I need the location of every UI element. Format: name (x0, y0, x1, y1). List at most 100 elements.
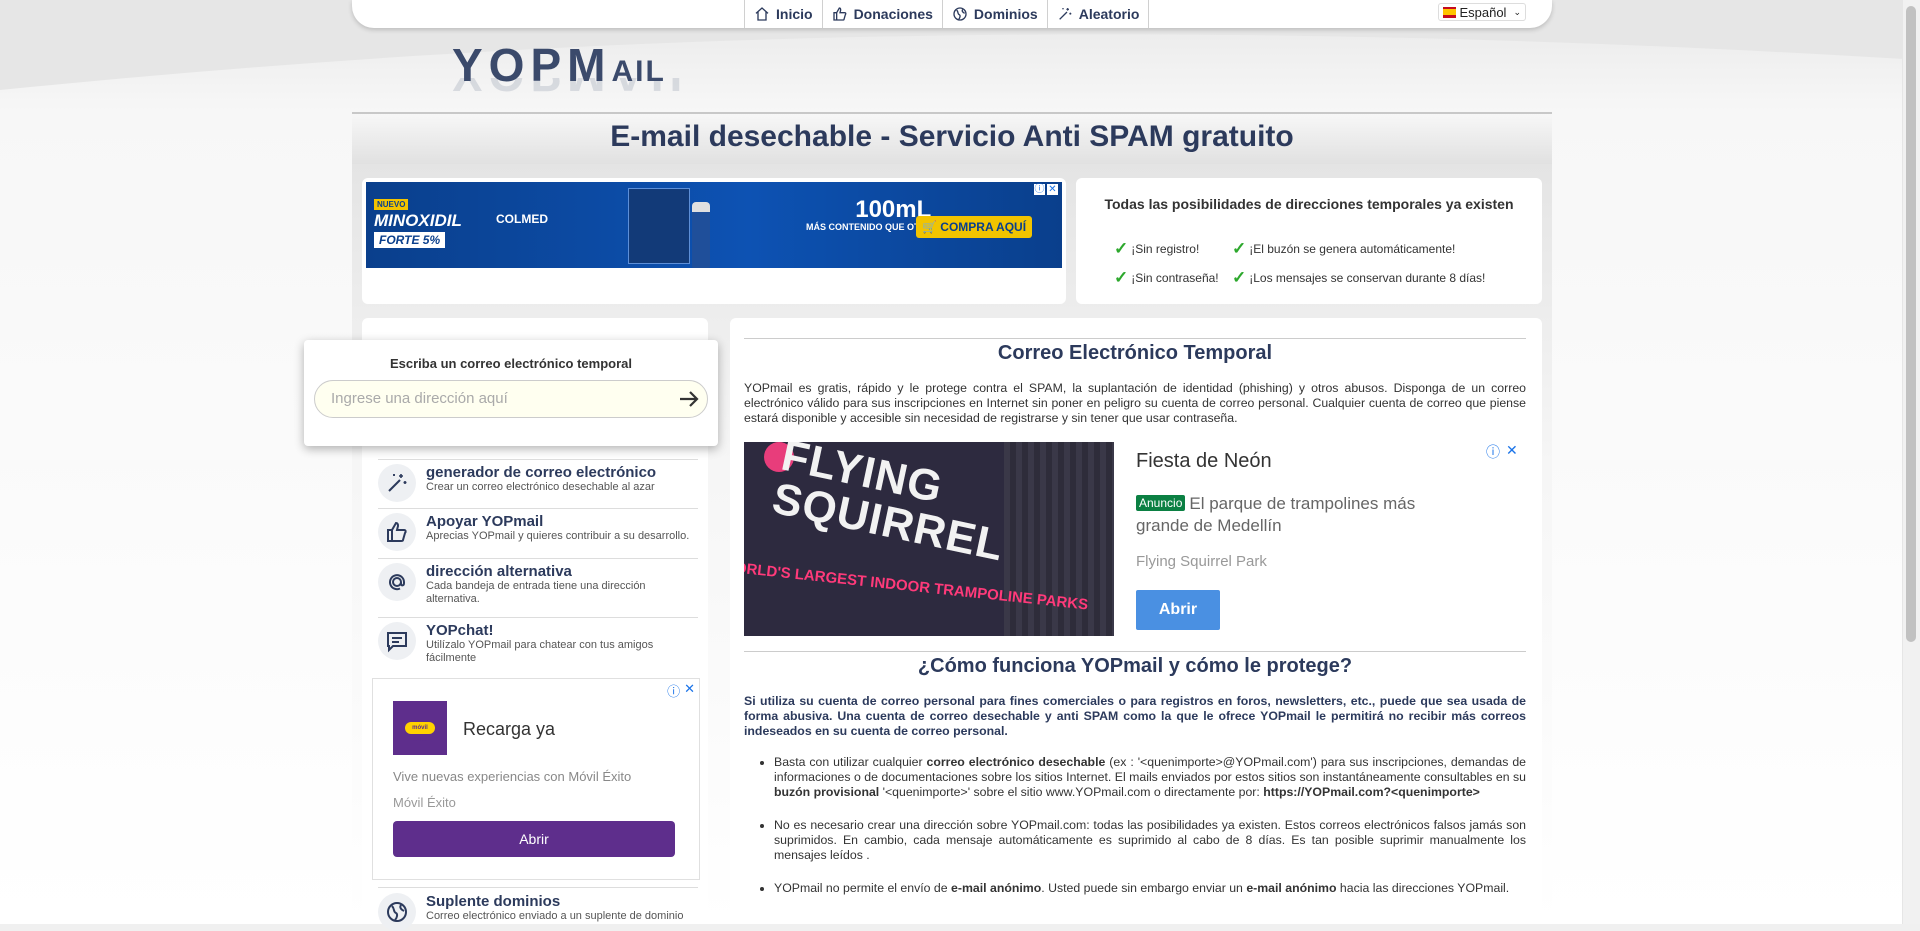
section-heading: ¿Cómo funciona YOPmail y cómo le protege… (917, 655, 1353, 677)
menu-icon-circle (378, 622, 416, 660)
menu-title: generador de correo electrónico (426, 464, 657, 481)
movil-exito-ad[interactable]: ⓘ ✕ móvil éxito Recarga ya Vive nuevas e… (372, 678, 700, 880)
list-item: YOPmail no permite el envío de e-mail an… (774, 881, 1526, 896)
list-item: No es necesario crear una dirección sobr… (774, 818, 1526, 863)
menu-icon-circle (378, 464, 416, 502)
how-it-works-list: Basta con utilizar cualquier correo elec… (744, 755, 1526, 914)
divider (744, 651, 1526, 652)
menu-desc: Correo electrónico enviado a un suplente… (426, 910, 684, 922)
ad-subtitle: Anuncio El parque de trampolines más gran… (1136, 494, 1416, 535)
features-card: Todas las posibilidades de direcciones t… (1076, 178, 1542, 304)
nav-label: Aleatorio (1078, 6, 1140, 22)
globe-icon (387, 902, 407, 922)
ad-open-button[interactable]: Abrir (393, 821, 675, 857)
email-input[interactable] (329, 389, 663, 408)
ad-title[interactable]: Recarga ya (463, 719, 555, 740)
magic-wand-icon (1058, 8, 1072, 20)
nav-label: Dominios (973, 6, 1038, 22)
ad-new-tag: NUEVO (374, 199, 409, 210)
menu-icon-circle (378, 563, 416, 601)
menu-title: dirección alternativa (426, 563, 572, 580)
menu-desc: Utilízalo YOPmail para chatear con tus a… (426, 639, 654, 664)
info-icon[interactable]: ⓘ (667, 681, 680, 700)
ad-open-button[interactable]: Abrir (1136, 590, 1220, 630)
feature-item: ✓ ¡Los mensajes se conservan durante 8 dí… (1232, 268, 1486, 287)
bold-intro: Si utiliza su cuenta de correo personal … (744, 694, 1526, 738)
divider (744, 338, 1526, 339)
movil-exito-logo: móvil éxito (393, 701, 447, 755)
menu-icon-circle (378, 893, 416, 931)
info-icon[interactable]: ⓘ (1034, 184, 1045, 195)
thumbs-up-icon (387, 521, 407, 542)
email-search-box: Escriba un correo electrónico temporal (304, 340, 718, 446)
menu-alternative-address[interactable]: dirección alternativa Cada bandeja de en… (378, 558, 698, 606)
scrollbar[interactable] (1902, 0, 1920, 924)
product-box-image (628, 188, 690, 264)
menu-title: YOPchat! (426, 622, 494, 639)
ad-line: Móvil Éxito (393, 795, 456, 810)
top-nav-bar: Inicio Donaciones Dominios Aleatorio Esp… (352, 0, 1552, 28)
check-icon: ✓ (1114, 268, 1129, 287)
search-input-wrapper (314, 380, 708, 418)
menu-email-generator[interactable]: generador de correo electrónico Crear un… (378, 459, 698, 502)
nav-aleatorio[interactable]: Aleatorio (1046, 0, 1150, 28)
page-title: E-mail desechable - Servicio Anti SPAM g… (610, 120, 1294, 153)
info-icon[interactable]: ⓘ (1486, 442, 1500, 462)
ad-line: Vive nuevas experiencias con Móvil Éxito (393, 769, 632, 784)
ad-product-block: NUEVO MINOXIDIL FORTE 5% (374, 194, 462, 249)
ad-title[interactable]: Fiesta de Neón (1136, 450, 1272, 473)
product-bottle-image (692, 202, 710, 268)
ad-product-strength: FORTE 5% (374, 232, 446, 248)
thumbs-up-icon (832, 7, 846, 21)
globe-icon (953, 7, 967, 21)
menu-support-yopmail[interactable]: Apoyar YOPmail Aprecias YOPmail y quiere… (378, 508, 698, 551)
ad-badge: Anuncio (1136, 495, 1186, 511)
check-icon: ✓ (1232, 239, 1247, 258)
ad-product-name: MINOXIDIL (374, 211, 462, 230)
magic-wand-icon (388, 474, 407, 492)
close-icon[interactable]: ✕ (684, 681, 695, 700)
at-icon (389, 574, 405, 591)
logo-reflection: YOPMAIL (452, 78, 712, 102)
nav-label: Donaciones (853, 6, 933, 22)
spain-flag-icon (1443, 6, 1457, 18)
menu-desc: Crear un correo electrónico desechable a… (426, 481, 655, 493)
nav-label: Inicio (776, 6, 813, 22)
feature-item: ✓ ¡Sin registro! (1114, 239, 1200, 258)
chat-icon (387, 632, 407, 653)
ad-choices[interactable]: ⓘ ✕ (667, 681, 695, 700)
menu-icon-circle (378, 513, 416, 551)
ad-brand: COLMED (496, 212, 548, 226)
ad-buy-button[interactable]: 🛒 COMPRA AQUÍ (916, 216, 1033, 238)
menu-yopchat[interactable]: YOPchat! Utilízalo YOPmail para chatear … (378, 617, 698, 665)
minoxidil-ad-banner[interactable]: NUEVO MINOXIDIL FORTE 5% COLMED 100mL MÁ… (366, 182, 1062, 268)
flying-squirrel-ad-image[interactable]: FLYING SQUIRREL ORLD'S LARGEST INDOOR TR… (744, 442, 1114, 636)
menu-alternate-domains[interactable]: Suplente dominios Correo electrónico env… (378, 887, 698, 931)
search-label: Escriba un correo electrónico temporal (389, 356, 633, 371)
menu-desc: Aprecias YOPmail y quieres contribuir a … (426, 530, 690, 542)
list-item: Basta con utilizar cualquier correo elec… (774, 755, 1526, 800)
close-icon[interactable]: ✕ (1506, 442, 1518, 462)
section-heading: Correo Electrónico Temporal (997, 342, 1273, 364)
nav-inicio[interactable]: Inicio (744, 0, 822, 28)
check-icon: ✓ (1232, 268, 1247, 287)
features-title: Todas las posibilidades de direcciones t… (1104, 196, 1514, 212)
ad-choices[interactable]: ⓘ ✕ (1486, 442, 1518, 462)
arrow-right-icon[interactable] (677, 387, 701, 411)
yopmail-logo[interactable]: YOPMAIL YOPMAIL (452, 38, 712, 118)
menu-title: Suplente dominios (426, 893, 561, 910)
ad-cta-label: COMPRA AQUÍ (940, 220, 1027, 234)
ad-choices[interactable]: ⓘ ✕ (1034, 184, 1058, 195)
scrollbar-thumb[interactable] (1906, 6, 1916, 642)
check-icon: ✓ (1114, 239, 1129, 258)
nav-donaciones[interactable]: Donaciones (821, 0, 942, 28)
nav-dominios[interactable]: Dominios (941, 0, 1047, 28)
close-icon[interactable]: ✕ (1047, 184, 1058, 195)
feature-item: ✓ ¡Sin contraseña! (1114, 268, 1219, 287)
chevron-down-icon: ⌄ (1513, 6, 1521, 17)
top-ad-card: NUEVO MINOXIDIL FORTE 5% COLMED 100mL MÁ… (362, 178, 1066, 304)
menu-title: Apoyar YOPmail (426, 513, 544, 530)
home-icon (755, 7, 769, 21)
language-select[interactable]: Español ⌄ (1438, 3, 1526, 21)
main-nav: Inicio Donaciones Dominios Aleatorio (744, 0, 1150, 28)
